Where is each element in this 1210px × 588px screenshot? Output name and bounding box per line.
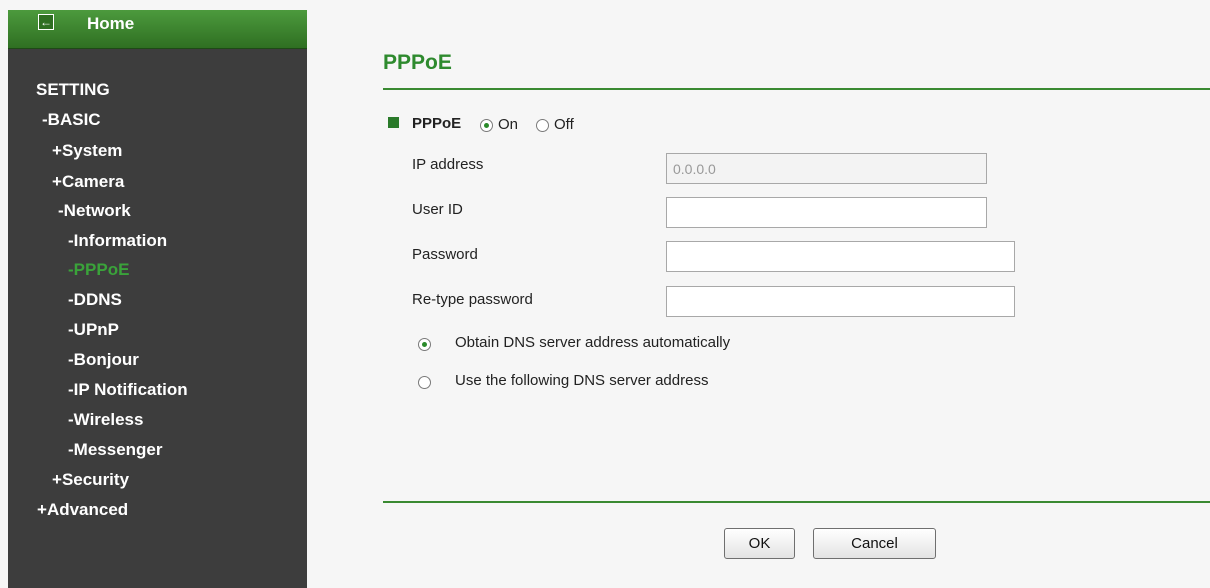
sidebar-item-ip-notification[interactable]: -IP Notification (68, 380, 188, 400)
title-divider (383, 88, 1210, 90)
sidebar-item-wireless[interactable]: -Wireless (68, 410, 143, 430)
sidebar-item-pppoe[interactable]: -PPPoE (68, 260, 129, 280)
ip-address-label: IP address (412, 156, 484, 173)
dns-auto-radio[interactable] (418, 338, 431, 351)
sidebar-item-system[interactable]: +System (52, 141, 122, 161)
sidebar-item-camera[interactable]: +Camera (52, 172, 124, 192)
pppoe-on-label: On (498, 116, 519, 133)
sidebar-item-upnp[interactable]: -UPnP (68, 320, 119, 340)
user-id-label: User ID (412, 201, 463, 218)
pppoe-off-radio[interactable] (536, 119, 549, 132)
sidebar-item-ddns[interactable]: -DDNS (68, 290, 122, 310)
ok-button[interactable]: OK (724, 528, 795, 559)
password-label: Password (412, 246, 478, 263)
footer-divider (383, 501, 1210, 503)
home-label: Home (87, 14, 135, 33)
page-title: PPPoE (383, 51, 452, 74)
sidebar-heading-setting: SETTING (36, 80, 110, 99)
dns-manual-radio[interactable] (418, 376, 431, 389)
sidebar-item-advanced[interactable]: +Advanced (37, 500, 128, 520)
password-field[interactable] (666, 241, 1015, 272)
dns-manual-label: Use the following DNS server address (455, 372, 709, 389)
home-link[interactable]: ← Home (8, 10, 307, 49)
sidebar-item-information[interactable]: -Information (68, 231, 167, 251)
back-arrow-icon: ← (38, 14, 54, 30)
dns-auto-label: Obtain DNS server address automatically (455, 334, 731, 351)
sidebar-item-bonjour[interactable]: -Bonjour (68, 350, 139, 370)
pppoe-off-label: Off (554, 116, 574, 133)
sidebar-item-network[interactable]: -Network (58, 201, 131, 221)
sidebar: ← Home SETTING -BASIC +System +Camera -N… (8, 10, 307, 588)
sidebar-item-basic[interactable]: -BASIC (42, 110, 101, 130)
pppoe-on-radio[interactable] (480, 119, 493, 132)
user-id-field[interactable] (666, 197, 987, 228)
radio-selected-dot (484, 123, 489, 128)
retype-password-label: Re-type password (412, 291, 533, 308)
ip-address-field (666, 153, 987, 184)
sidebar-item-security[interactable]: +Security (52, 470, 129, 490)
pppoe-section-label: PPPoE (412, 115, 462, 132)
retype-password-field[interactable] (666, 286, 1015, 317)
section-bullet-icon (388, 117, 399, 128)
sidebar-item-messenger[interactable]: -Messenger (68, 440, 163, 460)
radio-selected-dot (422, 342, 427, 347)
cancel-button[interactable]: Cancel (813, 528, 936, 559)
